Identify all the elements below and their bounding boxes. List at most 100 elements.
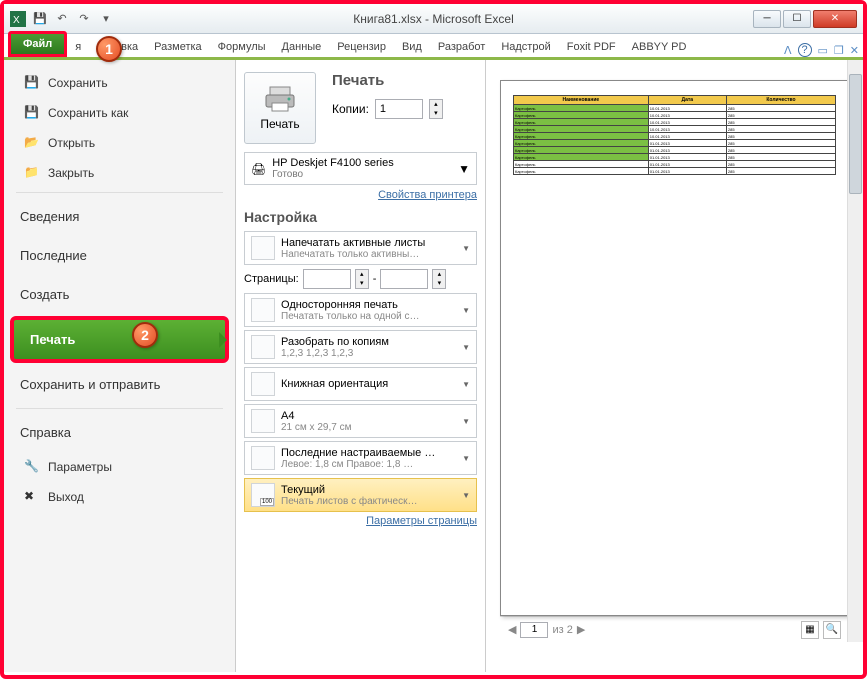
sidebar-item-open[interactable]: 📂 Открыть	[4, 128, 235, 158]
page-from-input[interactable]	[303, 269, 351, 289]
next-page-button[interactable]: ▶	[577, 623, 585, 636]
tab-view[interactable]: Вид	[394, 37, 430, 57]
opt-title: Односторонняя печать	[281, 299, 456, 311]
sidebar-item-options[interactable]: 🔧 Параметры	[4, 452, 235, 482]
sidebar-label: Сохранить	[48, 76, 108, 90]
sidebar-item-info[interactable]: Сведения	[4, 197, 235, 236]
prev-page-button[interactable]: ◀	[508, 623, 516, 636]
spinner-up-icon[interactable]: ▴	[430, 100, 442, 109]
opt-sub: 1,2,3 1,2,3 1,2,3	[281, 348, 456, 359]
sidebar-item-share[interactable]: Сохранить и отправить	[4, 365, 235, 404]
page-from-spinner[interactable]: ▴▾	[355, 269, 369, 289]
print-what-selector[interactable]: Напечатать активные листыНапечатать толь…	[244, 231, 477, 265]
folder-open-icon: 📂	[24, 135, 40, 151]
chevron-down-icon: ▼	[462, 380, 470, 389]
sidebar-label: Выход	[48, 490, 84, 504]
sidebar-label: Закрыть	[48, 166, 94, 180]
scaling-selector[interactable]: 100 ТекущийПечать листов с фактическ… ▼	[244, 478, 477, 512]
opt-sub: Печатать только на одной с…	[281, 311, 456, 322]
orientation-selector[interactable]: Книжная ориентация ▼	[244, 367, 477, 401]
tab-addins[interactable]: Надстрой	[493, 37, 558, 57]
one-side-icon	[251, 298, 275, 322]
printer-properties-link[interactable]: Свойства принтера	[244, 189, 477, 201]
sidebar-item-print[interactable]: Печать	[10, 316, 229, 363]
page-setup-link[interactable]: Параметры страницы	[244, 515, 477, 527]
page-number-input[interactable]	[520, 622, 548, 638]
tab-data[interactable]: Данные	[274, 37, 330, 57]
minimize-button[interactable]: ─	[753, 10, 781, 28]
mdi-restore-icon[interactable]: ❐	[834, 44, 844, 57]
minimize-ribbon-icon[interactable]: ᐱ	[784, 44, 792, 57]
save-icon[interactable]: 💾	[32, 11, 48, 27]
preview-scrollbar[interactable]	[847, 60, 863, 642]
copies-input[interactable]	[375, 99, 423, 119]
close-button[interactable]: ✕	[813, 10, 857, 28]
opt-sub: Левое: 1,8 см Правое: 1,8 …	[281, 459, 456, 470]
exit-icon: ✖	[24, 489, 40, 505]
tab-abbyy[interactable]: ABBYY PD	[624, 37, 695, 57]
scrollbar-thumb[interactable]	[849, 74, 862, 194]
tab-file[interactable]: Файл	[8, 31, 67, 57]
opt-title: Напечатать активные листы	[281, 237, 456, 249]
sidebar-label: Параметры	[48, 460, 112, 474]
sidebar-item-close[interactable]: 📁Закрыть	[4, 158, 235, 188]
preview-page: НаименованиеДатаКоличествоКартофель10.01…	[500, 80, 849, 616]
page-to-input[interactable]	[380, 269, 428, 289]
sidebar-item-save[interactable]: 💾Сохранить	[4, 68, 235, 98]
print-button[interactable]: Печать	[244, 72, 316, 144]
papersize-selector[interactable]: A421 см x 29,7 см ▼	[244, 404, 477, 438]
printer-name: HP Deskjet F4100 series	[272, 157, 452, 169]
page-to-spinner[interactable]: ▴▾	[432, 269, 446, 289]
redo-icon[interactable]: ↷	[76, 11, 92, 27]
sides-selector[interactable]: Односторонняя печатьПечатать только на о…	[244, 293, 477, 327]
sidebar-label: Сведения	[20, 209, 79, 224]
opt-title: Текущий	[281, 484, 456, 496]
zoom-page-button[interactable]: 🔍	[823, 621, 841, 639]
sidebar-label: Открыть	[48, 136, 95, 150]
chevron-down-icon: ▼	[458, 162, 470, 176]
margins-selector[interactable]: Последние настраиваемые …Левое: 1,8 см П…	[244, 441, 477, 475]
chevron-down-icon: ▼	[462, 343, 470, 352]
opt-title: Последние настраиваемые …	[281, 447, 456, 459]
chevron-down-icon: ▼	[462, 491, 470, 500]
page-total-label: из 2	[552, 624, 572, 636]
copies-label: Копии:	[332, 102, 369, 116]
chevron-down-icon: ▼	[462, 454, 470, 463]
sidebar-item-help[interactable]: Справка	[4, 413, 235, 452]
opt-sub: 21 см x 29,7 см	[281, 422, 456, 433]
mdi-minimize-icon[interactable]: ▭	[818, 44, 828, 57]
qat-more-icon[interactable]: ▾	[98, 11, 114, 27]
opt-title: A4	[281, 410, 456, 422]
spinner-down-icon[interactable]: ▾	[430, 109, 442, 118]
maximize-button[interactable]: ☐	[783, 10, 811, 28]
mdi-close-icon[interactable]: ✕	[850, 44, 859, 57]
opt-title: Книжная ориентация	[281, 378, 456, 390]
tab-formulas[interactable]: Формулы	[210, 37, 274, 57]
tab-developer[interactable]: Разработ	[430, 37, 493, 57]
sidebar-item-exit[interactable]: ✖ Выход	[4, 482, 235, 512]
show-margins-button[interactable]: ▦	[801, 621, 819, 639]
excel-icon: X	[10, 11, 26, 27]
tab-review[interactable]: Рецензир	[329, 37, 394, 57]
sidebar-item-new[interactable]: Создать	[4, 275, 235, 314]
preview-table: НаименованиеДатаКоличествоКартофель10.01…	[513, 95, 836, 175]
window-title: Книга81.xlsx - Microsoft Excel	[353, 12, 513, 26]
sidebar-item-saveas[interactable]: 💾Сохранить как	[4, 98, 235, 128]
tab-foxit[interactable]: Foxit PDF	[559, 37, 624, 57]
ribbon-tabs: Файл я Вставка Разметка Формулы Данные Р…	[4, 34, 863, 60]
preview-footer: ◀ из 2 ▶ ▦ 🔍	[500, 616, 849, 642]
help-icon[interactable]: ?	[798, 43, 812, 57]
sidebar-label: Сохранить и отправить	[20, 377, 160, 392]
opt-sub: Напечатать только активны…	[281, 249, 456, 260]
collate-selector[interactable]: Разобрать по копиям1,2,3 1,2,3 1,2,3 ▼	[244, 330, 477, 364]
sidebar-item-recent[interactable]: Последние	[4, 236, 235, 275]
copies-spinner[interactable]: ▴▾	[429, 99, 443, 119]
tab-layout[interactable]: Разметка	[146, 37, 210, 57]
backstage-sidebar: 💾Сохранить 💾Сохранить как 📂 Открыть 📁Закр…	[4, 60, 236, 672]
undo-icon[interactable]: ↶	[54, 11, 70, 27]
options-icon: 🔧	[24, 459, 40, 475]
sidebar-label: Последние	[20, 248, 87, 263]
margins-icon	[251, 446, 275, 470]
printer-selector[interactable]: 🖨 HP Deskjet F4100 series Готово ▼	[244, 152, 477, 185]
tab-home[interactable]: я	[67, 37, 89, 57]
